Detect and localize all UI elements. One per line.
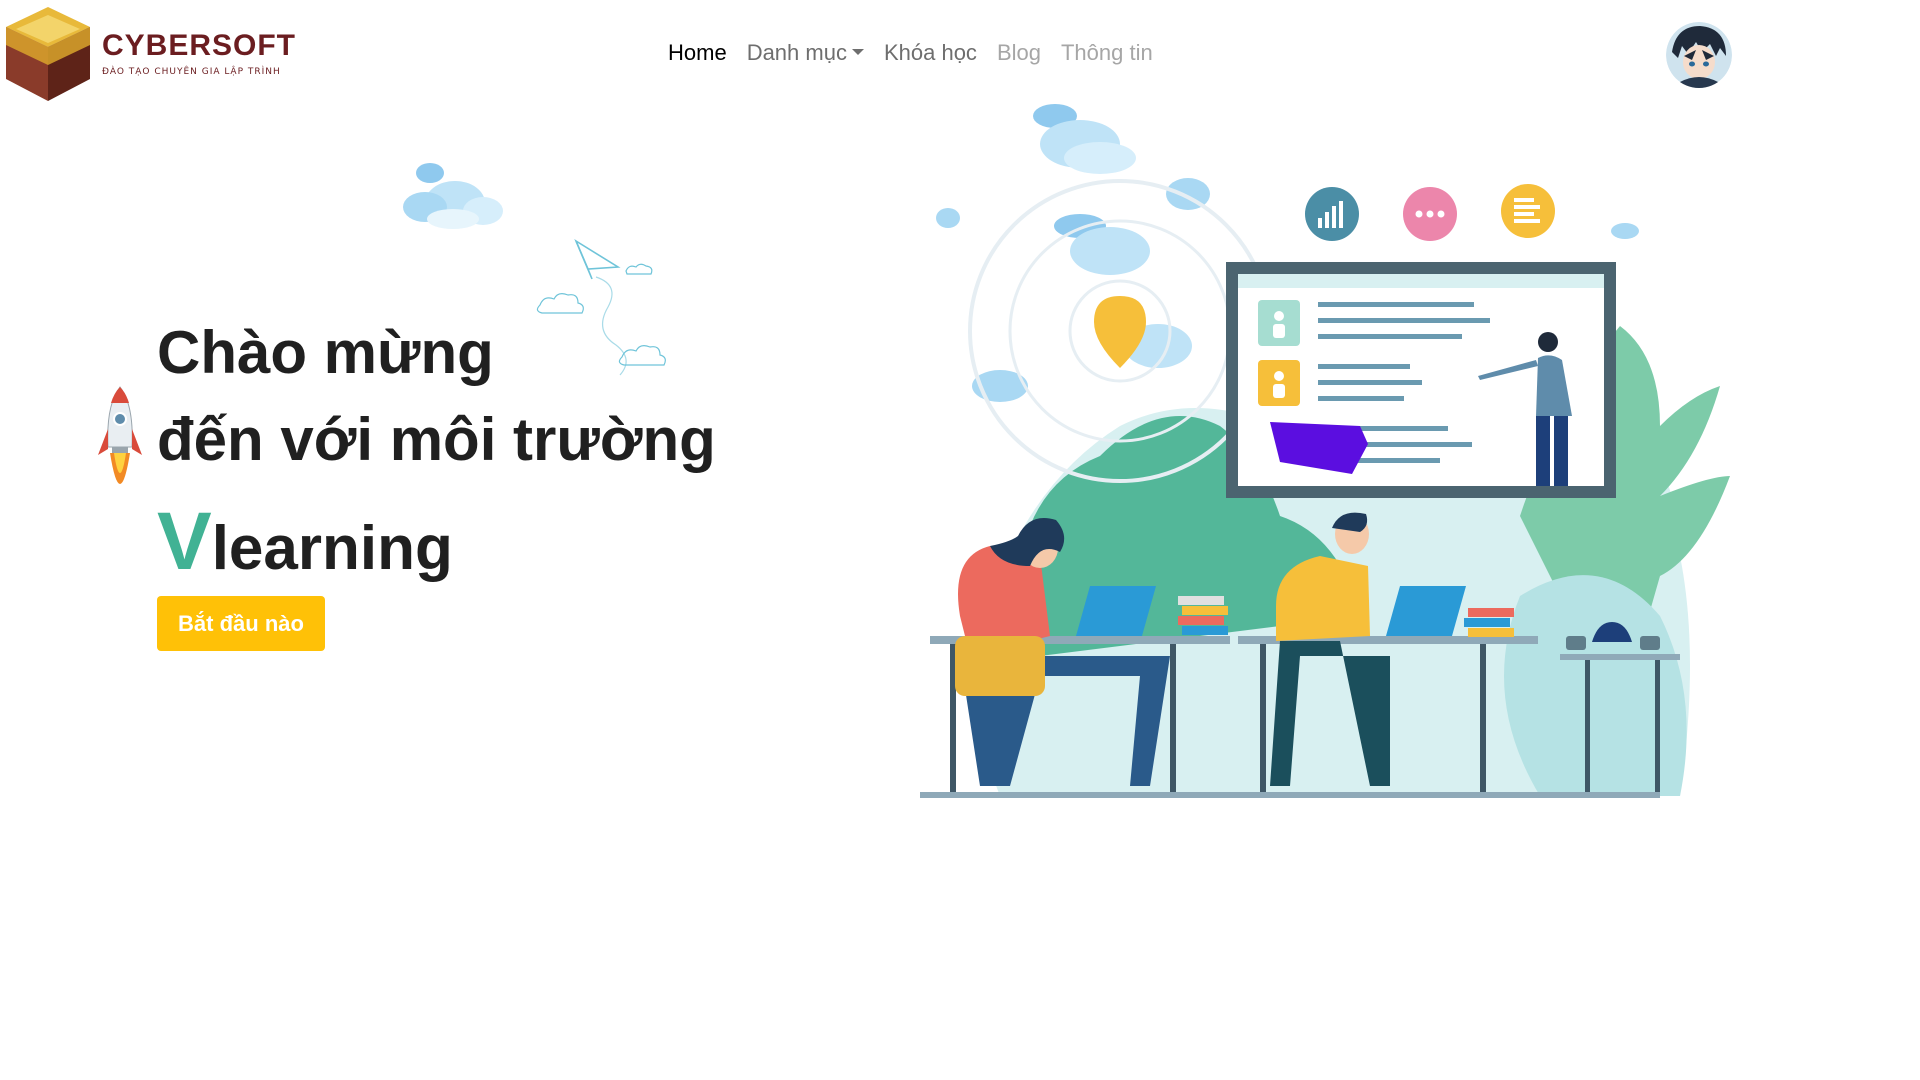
nav-courses[interactable]: Khóa học xyxy=(874,40,987,66)
nav-info[interactable]: Thông tin xyxy=(1051,40,1163,66)
nav-categories-dropdown[interactable]: Danh mục xyxy=(737,40,874,66)
brand-tagline: ĐÀO TẠO CHUYÊN GIA LẬP TRÌNH xyxy=(102,67,281,77)
cloud-icon xyxy=(403,163,503,229)
main-nav: Home Danh mục Khóa học Blog Thông tin xyxy=(658,40,1163,66)
rocket-icon xyxy=(98,386,142,484)
hero-title-line-2: đến với môi trường xyxy=(157,406,716,473)
nav-home[interactable]: Home xyxy=(658,40,737,66)
hero-illustration xyxy=(920,104,1730,798)
hero-v-letter: V xyxy=(157,496,212,587)
hero-title-line-3: Vlearning xyxy=(157,495,453,589)
avatar-image xyxy=(1666,22,1732,88)
logo-cube-icon xyxy=(6,7,90,101)
hero-title-line-1: Chào mừng xyxy=(157,319,494,386)
brand-logo[interactable]: CYBERSOFT ĐÀO TẠO CHUYÊN GIA LẬP TRÌNH xyxy=(2,4,322,104)
user-avatar[interactable] xyxy=(1666,22,1732,88)
nav-blog[interactable]: Blog xyxy=(987,40,1051,66)
hero-learning-text: learning xyxy=(211,514,453,583)
paper-plane-icon xyxy=(536,238,666,376)
caret-down-icon xyxy=(851,49,864,56)
nav-categories-label: Danh mục xyxy=(746,40,847,65)
brand-name: CYBERSOFT xyxy=(102,29,297,62)
start-button[interactable]: Bắt đầu nào xyxy=(157,596,325,651)
